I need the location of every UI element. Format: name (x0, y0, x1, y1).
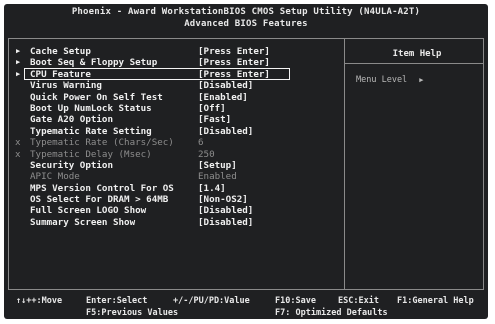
divider-help (344, 38, 345, 290)
setting-label: Typematic Rate (Chars/Sec) (30, 137, 174, 149)
item-help-title: Item Help (392, 49, 442, 59)
unavailable-mark-icon: x (15, 148, 21, 160)
divider-help-title (344, 63, 484, 64)
setting-value: 6 (198, 137, 204, 149)
submenu-arrow-icon: ▶ (16, 58, 21, 67)
title-bar: Phoenix - Award WorkstationBIOS CMOS Set… (4, 4, 488, 38)
setting-row: APIC Mode Enabled (10, 171, 340, 182)
setting-row[interactable]: MPS Version Control For OS [1.4] (10, 183, 340, 194)
submenu-arrow-icon: ▶ (16, 47, 21, 55)
unavailable-mark-icon: x (15, 137, 21, 149)
divider-bottom (8, 289, 484, 290)
setting-value[interactable]: [Disabled] (198, 205, 253, 216)
menu-level-label: Menu Level (356, 75, 408, 85)
setting-value[interactable]: [Press Enter] (198, 69, 270, 80)
key-value: +/-/PU/PD:Value (173, 296, 250, 306)
setting-label: Security Option (30, 159, 113, 171)
setting-value: Enabled (198, 171, 237, 183)
setting-row: x Typematic Delay (Msec) 250 (10, 149, 340, 160)
menu-level-arrow-icon: ▶ (419, 76, 424, 84)
utility-title: Phoenix - Award WorkstationBIOS CMOS Set… (71, 7, 421, 17)
key-exit: ESC:Exit (338, 296, 379, 306)
setting-row[interactable]: Summary Screen Show [Disabled] (10, 217, 340, 228)
setting-label: CPU Feature (30, 68, 91, 80)
settings-list: ▶ Cache Setup [Press Enter] ▶ Boot Seq & Flo… (10, 46, 340, 228)
setting-row[interactable]: Typematic Rate Setting [Disabled] (10, 126, 340, 137)
setting-value[interactable]: [Disabled] (198, 80, 253, 91)
key-optimized-defaults: F7: Optimized Defaults (275, 308, 388, 318)
setting-label: Gate A20 Option (30, 114, 113, 126)
key-previous-values: F5:Previous Values (86, 308, 179, 318)
setting-value[interactable]: [Disabled] (198, 126, 253, 137)
setting-value: 250 (198, 148, 215, 160)
setting-value[interactable]: [Disabled] (198, 217, 253, 228)
setting-row[interactable]: Boot Up NumLock Status [Off] (10, 103, 340, 114)
setting-value[interactable]: [Setup] (198, 160, 237, 171)
setting-label: Quick Power On Self Test (30, 91, 163, 103)
setting-value[interactable]: [Off] (198, 103, 226, 114)
setting-value[interactable]: [Press Enter] (198, 46, 270, 57)
setting-label: Cache Setup (30, 46, 91, 57)
setting-row[interactable]: Security Option [Setup] (10, 160, 340, 171)
setting-value[interactable]: [1.4] (198, 183, 226, 194)
page-title: Advanced BIOS Features (184, 19, 308, 29)
setting-value[interactable]: [Fast] (198, 114, 231, 125)
setting-value[interactable]: [Non-OS2] (198, 194, 248, 205)
divider-right (483, 38, 484, 290)
submenu-arrow-icon: ▶ (16, 69, 21, 78)
setting-row[interactable]: ▶ CPU Feature [Press Enter] (10, 67, 340, 81)
divider-left (8, 38, 9, 290)
divider-top (8, 38, 484, 39)
setting-label: Full Screen LOGO Show (30, 205, 147, 217)
setting-label: Virus Warning (30, 80, 102, 92)
setting-label: Typematic Delay (Msec) (30, 148, 152, 160)
setting-label: OS Select For DRAM > 64MB (30, 194, 169, 206)
key-move: ↑↓++:Move (16, 296, 63, 306)
key-save: F10:Save (275, 296, 316, 306)
key-general-help: F1:General Help (397, 296, 474, 306)
setting-row[interactable]: Virus Warning [Disabled] (10, 80, 340, 91)
setting-row[interactable]: Gate A20 Option [Fast] (10, 114, 340, 125)
setting-value[interactable]: [Enabled] (198, 92, 248, 103)
setting-row[interactable]: ▶ Cache Setup [Press Enter] (10, 46, 340, 57)
setting-label: Summary Screen Show (30, 216, 136, 228)
setting-label: Boot Up NumLock Status (30, 102, 152, 114)
setting-label: MPS Version Control For OS (30, 182, 174, 194)
bios-screen: Phoenix - Award WorkstationBIOS CMOS Set… (4, 4, 488, 319)
setting-label: APIC Mode (30, 171, 80, 183)
setting-row[interactable]: Full Screen LOGO Show [Disabled] (10, 205, 340, 216)
key-select: Enter:Select (86, 296, 148, 306)
menu-level-text: Menu Level ▶ (356, 75, 423, 85)
setting-label: Typematic Rate Setting (30, 125, 152, 137)
setting-row[interactable]: OS Select For DRAM > 64MB [Non-OS2] (10, 194, 340, 205)
setting-row: x Typematic Rate (Chars/Sec) 6 (10, 137, 340, 148)
setting-row[interactable]: Quick Power On Self Test [Enabled] (10, 92, 340, 103)
